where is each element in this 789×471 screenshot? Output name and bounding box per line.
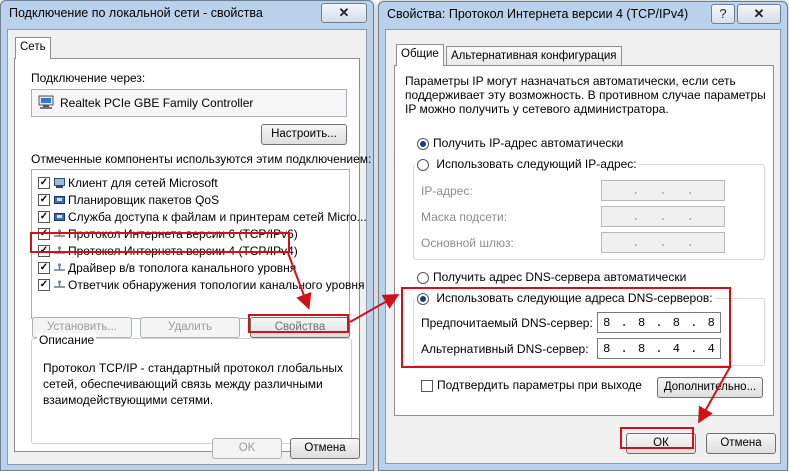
arrow-to-ok: [698, 366, 731, 424]
annotation-arrows: [287, 252, 731, 424]
tab-general[interactable]: Общие: [396, 44, 444, 66]
tab-network[interactable]: Сеть: [15, 37, 51, 59]
arrow-to-dns-group: [349, 294, 400, 323]
arrow-to-properties: [287, 252, 312, 310]
